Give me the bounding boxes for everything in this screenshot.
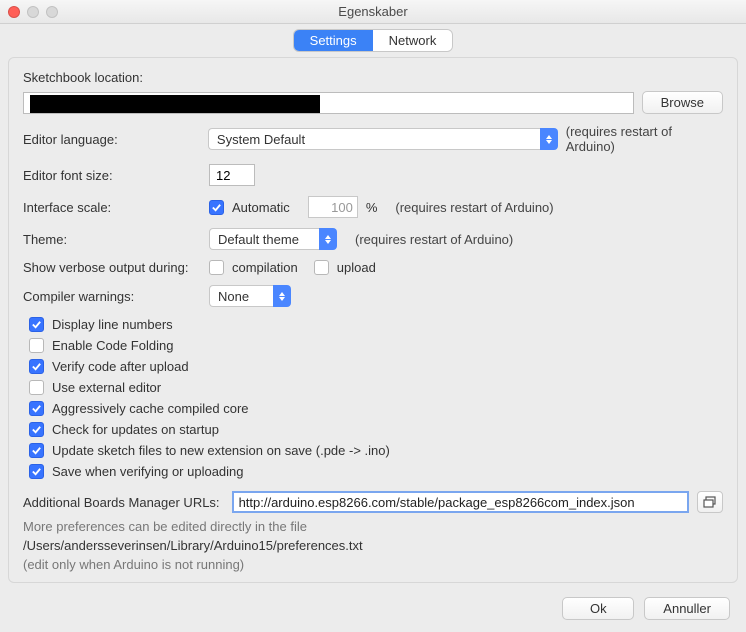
ok-button[interactable]: Ok (562, 597, 634, 620)
cancel-button[interactable]: Annuller (644, 597, 730, 620)
settings-panel: Sketchbook location: Browse Editor langu… (8, 57, 738, 583)
percent-label: % (366, 200, 378, 215)
sketchbook-label: Sketchbook location: (23, 70, 723, 85)
option-label: Use external editor (52, 380, 161, 395)
option-checkbox-2[interactable] (29, 359, 44, 374)
option-label: Update sketch files to new extension on … (52, 443, 390, 458)
chevron-updown-icon (540, 128, 558, 150)
tabs: Settings Network (0, 24, 746, 53)
theme-label: Theme: (23, 232, 201, 247)
scale-spinner[interactable] (308, 196, 358, 218)
browse-button[interactable]: Browse (642, 91, 723, 114)
dialog-buttons: Ok Annuller (0, 591, 746, 632)
restart-hint-3: (requires restart of Arduino) (355, 232, 513, 247)
compilation-checkbox[interactable] (209, 260, 224, 275)
editor-language-label: Editor language: (23, 132, 200, 147)
prefs-path[interactable]: /Users/andersseverinsen/Library/Arduino1… (23, 538, 723, 553)
compiler-warnings-value: None (209, 285, 273, 307)
option-checkbox-3[interactable] (29, 380, 44, 395)
compiler-warnings-label: Compiler warnings: (23, 289, 201, 304)
editor-language-select[interactable]: System Default (208, 128, 558, 150)
option-checkbox-4[interactable] (29, 401, 44, 416)
option-checkbox-1[interactable] (29, 338, 44, 353)
option-label: Enable Code Folding (52, 338, 173, 353)
option-row: Use external editor (29, 380, 723, 395)
automatic-checkbox[interactable] (209, 200, 224, 215)
font-size-label: Editor font size: (23, 168, 201, 183)
option-row: Save when verifying or uploading (29, 464, 723, 479)
option-checkbox-5[interactable] (29, 422, 44, 437)
option-row: Display line numbers (29, 317, 723, 332)
theme-value: Default theme (209, 228, 319, 250)
option-label: Verify code after upload (52, 359, 189, 374)
edit-only-note: (edit only when Arduino is not running) (23, 557, 723, 572)
titlebar: Egenskaber (0, 0, 746, 24)
upload-label: upload (337, 260, 376, 275)
redacted-path (30, 95, 320, 113)
option-row: Update sketch files to new extension on … (29, 443, 723, 458)
option-checkbox-6[interactable] (29, 443, 44, 458)
option-label: Display line numbers (52, 317, 173, 332)
option-checkbox-7[interactable] (29, 464, 44, 479)
editor-language-value: System Default (208, 128, 540, 150)
chevron-updown-icon (273, 285, 291, 307)
interface-scale-label: Interface scale: (23, 200, 201, 215)
additional-urls-input[interactable] (232, 491, 689, 513)
automatic-label: Automatic (232, 200, 290, 215)
more-prefs-note: More preferences can be edited directly … (23, 519, 723, 534)
font-size-input[interactable] (209, 164, 255, 186)
option-label: Check for updates on startup (52, 422, 219, 437)
option-label: Save when verifying or uploading (52, 464, 244, 479)
option-row: Check for updates on startup (29, 422, 723, 437)
option-checkbox-0[interactable] (29, 317, 44, 332)
compiler-warnings-select[interactable]: None (209, 285, 291, 307)
option-label: Aggressively cache compiled core (52, 401, 249, 416)
tab-settings[interactable]: Settings (294, 30, 373, 51)
verbose-label: Show verbose output during: (23, 260, 201, 275)
option-row: Enable Code Folding (29, 338, 723, 353)
option-row: Aggressively cache compiled core (29, 401, 723, 416)
expand-urls-button[interactable] (697, 491, 723, 513)
upload-checkbox[interactable] (314, 260, 329, 275)
compilation-label: compilation (232, 260, 298, 275)
additional-urls-label: Additional Boards Manager URLs: (23, 495, 220, 510)
tab-network[interactable]: Network (373, 30, 453, 51)
chevron-updown-icon (319, 228, 337, 250)
restart-hint-2: (requires restart of Arduino) (395, 200, 553, 215)
window-stack-icon (703, 496, 717, 508)
option-row: Verify code after upload (29, 359, 723, 374)
sketchbook-location-input[interactable] (23, 92, 634, 114)
theme-select[interactable]: Default theme (209, 228, 337, 250)
window-title: Egenskaber (0, 4, 746, 19)
restart-hint: (requires restart of Arduino) (566, 124, 723, 154)
